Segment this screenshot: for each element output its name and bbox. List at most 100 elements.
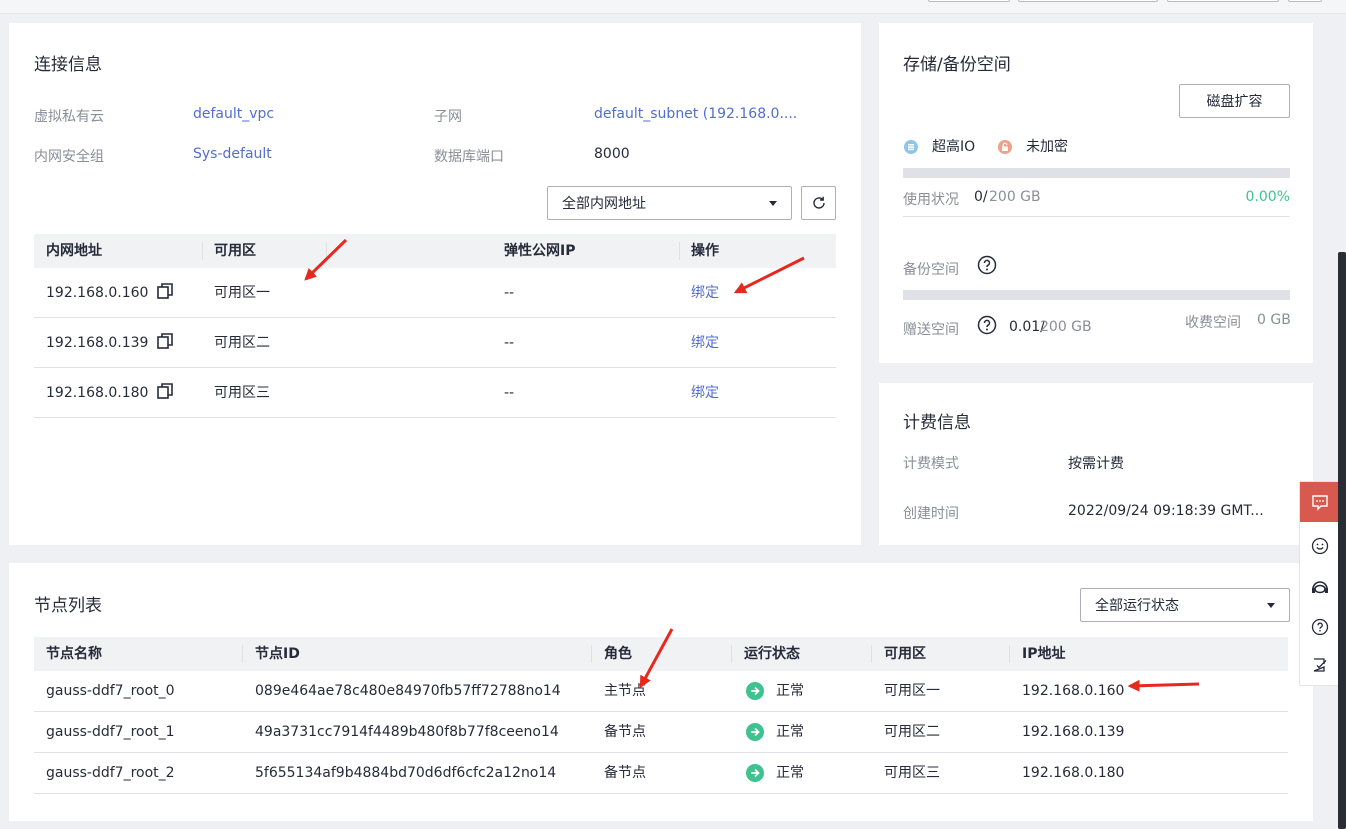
bind-link[interactable]: 绑定 xyxy=(691,268,719,318)
node-list-card: 节点列表 全部运行状态 节点名称 节点ID 角色 运行状态 可用区 IP地址 g… xyxy=(9,563,1313,821)
column-header: IP地址 xyxy=(1022,646,1066,662)
column-divider xyxy=(242,645,243,663)
unlock-icon xyxy=(998,140,1012,154)
survey-button[interactable] xyxy=(1300,645,1340,685)
eip-cell: -- xyxy=(504,285,515,301)
message-icon xyxy=(1312,495,1328,511)
db-port-label: 数据库端口 xyxy=(434,149,504,165)
card-title: 存储/备份空间 xyxy=(903,55,1011,75)
az-cell: 可用区二 xyxy=(884,724,940,740)
column-header: 弹性公网IP xyxy=(504,243,576,259)
ip-cell: 192.168.0.180 xyxy=(1022,765,1125,781)
address-table-header: 内网地址 可用区 弹性公网IP 操作 xyxy=(34,234,836,268)
column-header: 可用区 xyxy=(214,243,256,259)
disk-expand-button[interactable]: 磁盘扩容 xyxy=(1179,84,1290,118)
column-divider xyxy=(1009,645,1010,663)
column-divider xyxy=(731,645,732,663)
node-id-cell: 089e464ae78c480e84970fb57ff72788no14 xyxy=(255,683,561,699)
billing-mode-value: 按需计费 xyxy=(1068,456,1124,472)
copy-icon[interactable] xyxy=(156,282,174,300)
paid-space-value: 0 GB xyxy=(1257,312,1291,328)
column-header: 节点名称 xyxy=(46,646,102,662)
column-header: 操作 xyxy=(691,243,719,259)
role-cell: 备节点 xyxy=(604,724,646,740)
status-filter-value: 全部运行状态 xyxy=(1095,598,1179,614)
node-table-header: 节点名称 节点ID 角色 运行状态 可用区 IP地址 xyxy=(34,637,1288,671)
backup-progress-bar xyxy=(903,290,1290,300)
bind-link[interactable]: 绑定 xyxy=(691,318,719,368)
column-header: 运行状态 xyxy=(744,646,800,662)
column-divider xyxy=(591,645,592,663)
subnet-label: 子网 xyxy=(434,109,462,125)
column-header: 可用区 xyxy=(884,646,926,662)
status-filter-select[interactable]: 全部运行状态 xyxy=(1080,588,1290,622)
column-divider xyxy=(871,645,872,663)
table-row: 192.168.0.160 可用区一 -- 绑定 xyxy=(34,268,836,318)
created-time-value: 2022/09/24 09:18:39 GMT... xyxy=(1068,503,1264,519)
connection-info-card: 连接信息 虚拟私有云 default_vpc 子网 default_subnet… xyxy=(9,23,861,545)
refresh-button[interactable] xyxy=(801,186,836,220)
support-button[interactable] xyxy=(1300,568,1340,608)
scrollbar[interactable] xyxy=(1338,252,1346,829)
status-cell: 正常 xyxy=(776,765,804,781)
ip-cell: 192.168.0.160 xyxy=(46,285,149,301)
headset-icon xyxy=(1312,581,1328,594)
ip-cell: 192.168.0.180 xyxy=(46,385,149,401)
toolbar-button[interactable] xyxy=(928,0,1010,2)
divider xyxy=(903,216,1290,217)
table-row: gauss-ddf7_root_0 089e464ae78c480e84970f… xyxy=(34,671,1288,712)
card-title: 连接信息 xyxy=(34,55,102,75)
chevron-down-icon xyxy=(769,201,777,206)
usage-progress-bar xyxy=(903,168,1290,178)
role-cell: 主节点 xyxy=(604,683,646,699)
az-cell: 可用区二 xyxy=(214,335,270,351)
ip-cell: 192.168.0.160 xyxy=(1022,683,1125,699)
help-icon[interactable] xyxy=(977,255,997,275)
usage-label: 使用状况 xyxy=(903,192,959,208)
vpc-link[interactable]: default_vpc xyxy=(193,106,274,122)
toolbar-button[interactable] xyxy=(1288,0,1322,2)
toolbar-button[interactable] xyxy=(1167,0,1279,2)
ip-cell: 192.168.0.139 xyxy=(1022,724,1125,740)
help-button[interactable] xyxy=(1300,607,1340,647)
disk-type-label: 超高IO xyxy=(932,139,976,155)
toolbar-button[interactable] xyxy=(1018,0,1158,2)
feedback-button[interactable] xyxy=(1300,482,1340,522)
address-filter-value: 全部内网地址 xyxy=(562,196,646,212)
az-cell: 可用区三 xyxy=(884,765,940,781)
billing-card: 计费信息 计费模式 按需计费 创建时间 2022/09/24 09:18:39 … xyxy=(879,383,1313,545)
smiley-button[interactable] xyxy=(1300,526,1340,566)
smiley-icon xyxy=(1311,537,1329,555)
top-toolbar-strip xyxy=(0,0,1346,14)
card-title: 计费信息 xyxy=(903,413,971,433)
security-group-label: 内网安全组 xyxy=(34,149,104,165)
usage-percent: 0.00% xyxy=(1245,189,1290,205)
chevron-down-icon xyxy=(1267,603,1275,608)
paid-space-label: 收费空间 xyxy=(1185,315,1241,331)
copy-icon[interactable] xyxy=(156,332,174,350)
encryption-label: 未加密 xyxy=(1026,139,1068,155)
subnet-link[interactable]: default_subnet (192.168.0.... xyxy=(594,106,797,122)
free-space-total: 200 GB xyxy=(1040,319,1092,335)
refresh-icon xyxy=(812,196,825,209)
role-cell: 备节点 xyxy=(604,765,646,781)
copy-icon[interactable] xyxy=(156,382,174,400)
billing-mode-label: 计费模式 xyxy=(903,456,959,472)
node-id-cell: 5f655134af9b4884bd70d6df6cfc2a12no14 xyxy=(255,765,557,781)
column-divider xyxy=(679,242,680,260)
bind-link[interactable]: 绑定 xyxy=(691,368,719,418)
address-filter-select[interactable]: 全部内网地址 xyxy=(547,186,792,220)
checklist-icon xyxy=(1313,658,1327,672)
status-success-icon xyxy=(746,723,764,741)
created-time-label: 创建时间 xyxy=(903,506,959,522)
storage-card: 存储/备份空间 磁盘扩容 超高IO 未加密 使用状况 0/ 200 GB 0.0… xyxy=(879,23,1313,363)
node-name-cell: gauss-ddf7_root_2 xyxy=(46,765,175,781)
vpc-label: 虚拟私有云 xyxy=(34,109,104,125)
az-cell: 可用区一 xyxy=(884,683,940,699)
usage-used: 0/ xyxy=(974,189,988,205)
help-icon[interactable] xyxy=(977,315,997,335)
security-group-link[interactable]: Sys-default xyxy=(193,146,272,162)
floating-tools-panel xyxy=(1299,481,1340,686)
disk-type-icon xyxy=(904,140,918,154)
node-name-cell: gauss-ddf7_root_1 xyxy=(46,724,175,740)
